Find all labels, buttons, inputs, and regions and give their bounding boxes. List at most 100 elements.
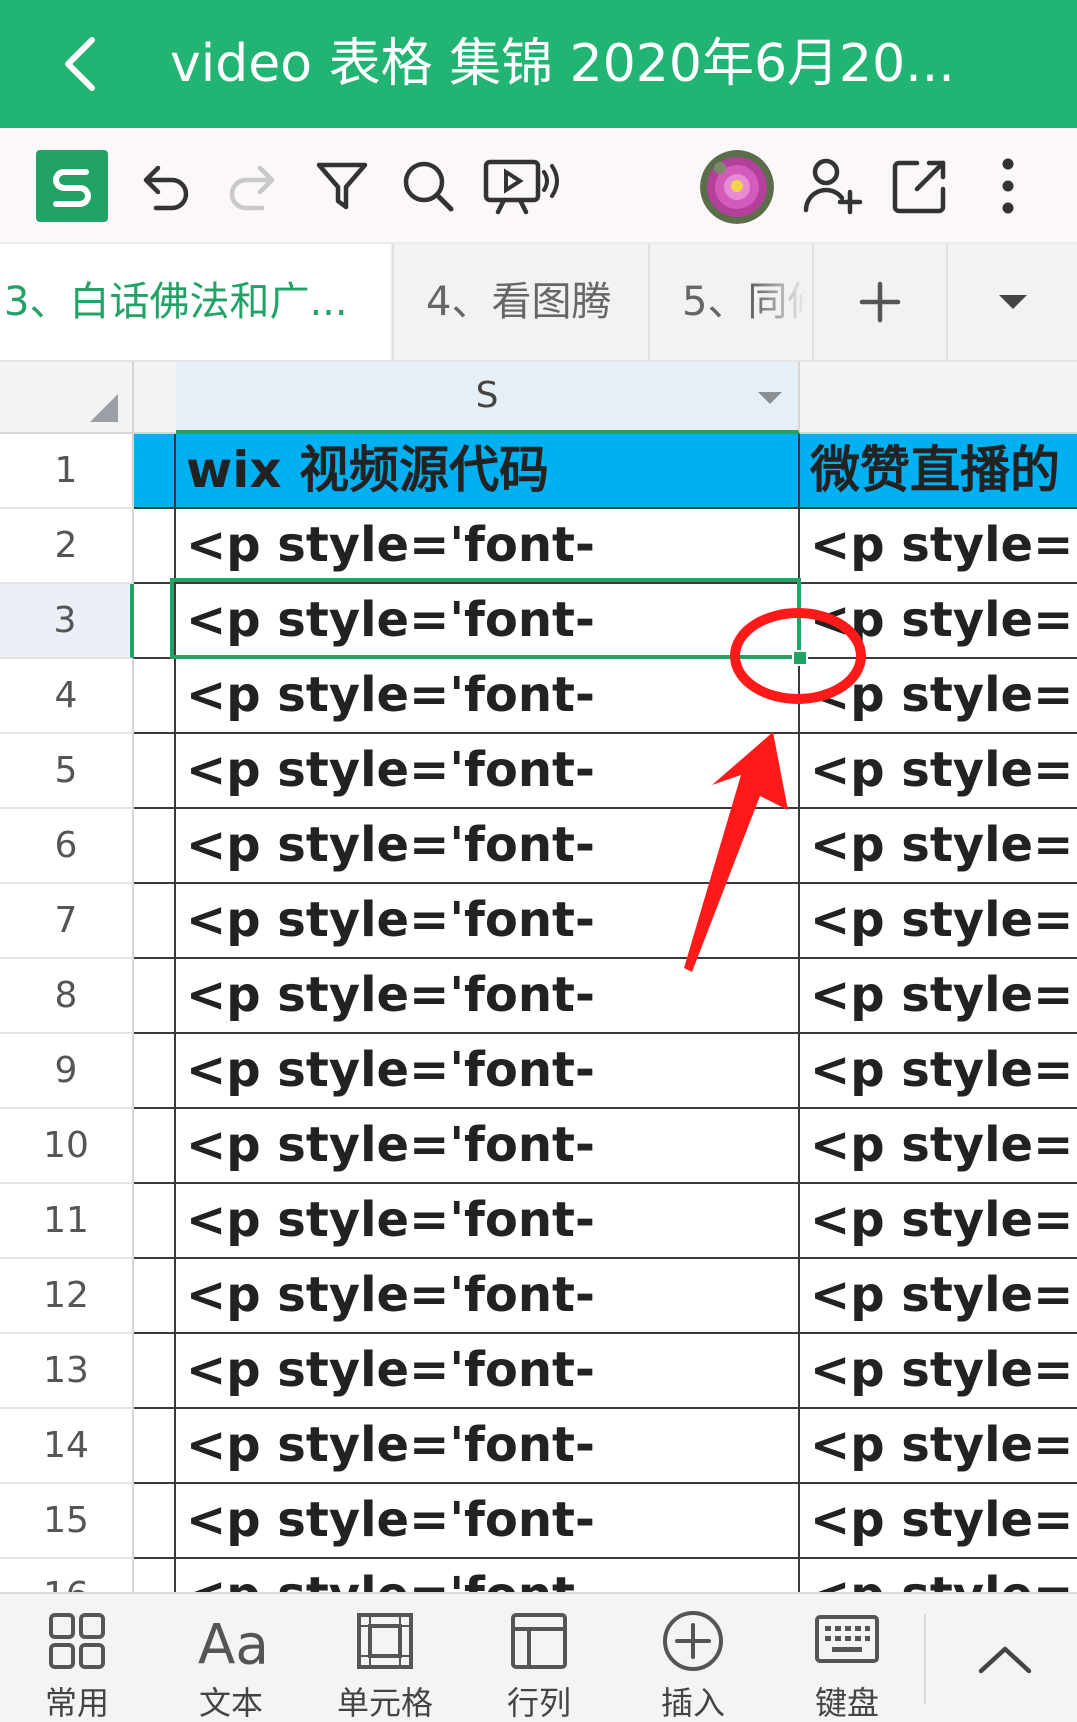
cell-t[interactable]: <p style='fo [800, 1559, 1077, 1592]
table-row: 5 <p style='font-<p style='fo [0, 734, 1077, 809]
cell-t[interactable]: <p style='fo [800, 809, 1077, 884]
header-cell-s[interactable]: wix 视频源代码 [176, 434, 800, 509]
avatar[interactable] [700, 150, 774, 224]
bottom-label: 插入 [660, 1684, 725, 1722]
clipped-cell [134, 1259, 176, 1334]
add-collaborator-button[interactable] [796, 150, 868, 222]
table-row-header: 1 wix 视频源代码 微赞直播的 [0, 434, 1077, 509]
row-number[interactable]: 9 [0, 1034, 134, 1109]
more-button[interactable] [972, 150, 1044, 222]
cell-s[interactable]: <p style='font- [176, 584, 800, 659]
cell-t[interactable]: <p style='fo [800, 1409, 1077, 1484]
tab-sheet-5[interactable]: 5、同修 [648, 244, 810, 360]
cell-t[interactable]: <p style='fo [800, 1034, 1077, 1109]
cell-t[interactable]: <p style='fo [800, 659, 1077, 734]
filter-button[interactable] [306, 150, 378, 222]
cell-t[interactable]: <p style='fo [800, 1259, 1077, 1334]
table-row: 3 <p style='font-<p style='fo [0, 584, 1077, 659]
cell-t[interactable]: <p style='fo [800, 1109, 1077, 1184]
table-row: 10 <p style='font-<p style='fo [0, 1109, 1077, 1184]
row-number[interactable]: 5 [0, 734, 134, 809]
row-number[interactable]: 10 [0, 1109, 134, 1184]
row-number[interactable]: 6 [0, 809, 134, 884]
document-title: video 表格 集锦 2020年6月20... [170, 34, 955, 94]
cell-s[interactable]: <p style='font- [176, 659, 800, 734]
table-row: 11 <p style='font-<p style='fo [0, 1184, 1077, 1259]
row-number[interactable]: 11 [0, 1184, 134, 1259]
table-icon [511, 1613, 567, 1669]
cell-s[interactable]: <p style='font- [176, 1184, 800, 1259]
cell-s[interactable]: <p style='font- [176, 1334, 800, 1409]
keyboard-button[interactable]: 键盘 [772, 1594, 922, 1722]
row-number[interactable]: 4 [0, 659, 134, 734]
clipped-cell [134, 584, 176, 659]
select-all-corner[interactable] [0, 362, 134, 434]
cell-tools-button[interactable]: 单元格 [310, 1594, 460, 1722]
table-row: 4 <p style='font-<p style='fo [0, 659, 1077, 734]
column-filter-icon[interactable] [758, 392, 782, 404]
cell-t[interactable]: <p style='fo [800, 734, 1077, 809]
text-tools-button[interactable]: Aa 文本 [156, 1594, 306, 1722]
clipped-cell [134, 959, 176, 1034]
row-number[interactable]: 12 [0, 1259, 134, 1334]
cell-s[interactable]: <p style='font- [176, 1109, 800, 1184]
expand-toolbar-button[interactable] [950, 1614, 1060, 1704]
row-column-button[interactable]: 行列 [464, 1594, 614, 1722]
cell-s[interactable]: <p style='font- [176, 509, 800, 584]
fill-handle[interactable] [792, 650, 808, 666]
cell-s[interactable]: <p style='font- [176, 959, 800, 1034]
share-button[interactable] [884, 150, 956, 222]
undo-button[interactable] [128, 150, 200, 222]
cell-t[interactable]: <p style='fo [800, 1484, 1077, 1559]
sheet-list-button[interactable] [946, 244, 1077, 360]
app-logo[interactable] [36, 150, 108, 222]
table-row: 16 <p style='font-<p style='fo [0, 1559, 1077, 1592]
search-button[interactable] [392, 150, 464, 222]
cell-s[interactable]: <p style='font- [176, 1259, 800, 1334]
column-header-next[interactable] [800, 362, 1077, 434]
common-tools-button[interactable]: 常用 [2, 1594, 152, 1722]
add-sheet-button[interactable] [812, 244, 946, 360]
table-row: 8 <p style='font-<p style='fo [0, 959, 1077, 1034]
cell-s[interactable]: <p style='font- [176, 734, 800, 809]
cell-s[interactable]: <p style='font- [176, 1484, 800, 1559]
cell-icon [357, 1613, 413, 1669]
bottom-label: 键盘 [814, 1684, 879, 1722]
back-button[interactable] [40, 24, 120, 104]
bottom-label: 单元格 [336, 1684, 433, 1722]
cell-s[interactable]: <p style='font- [176, 809, 800, 884]
clipped-cell [134, 1484, 176, 1559]
row-number[interactable]: 14 [0, 1409, 134, 1484]
keyboard-icon [815, 1615, 879, 1663]
cell-t[interactable]: <p style='fo [800, 884, 1077, 959]
cell-t[interactable]: <p style='fo [800, 509, 1077, 584]
cell-t[interactable]: <p style='fo [800, 959, 1077, 1034]
row-number[interactable]: 7 [0, 884, 134, 959]
column-header-s[interactable]: S [176, 362, 800, 434]
row-number[interactable]: 16 [0, 1559, 134, 1592]
redo-button[interactable] [218, 150, 290, 222]
row-number[interactable]: 13 [0, 1334, 134, 1409]
cell-s[interactable]: <p style='font- [176, 1559, 800, 1592]
tab-active-sheet[interactable]: 3、白话佛法和广... [0, 244, 390, 360]
row-number[interactable]: 8 [0, 959, 134, 1034]
row-number[interactable]: 15 [0, 1484, 134, 1559]
filter-icon [316, 162, 368, 210]
header-cell-t[interactable]: 微赞直播的 [800, 434, 1077, 509]
spreadsheet-grid: S 1 wix 视频源代码 微赞直播的 2 <p style='font- <p s… [0, 362, 1077, 1592]
cell-t[interactable]: <p style='fo [800, 1184, 1077, 1259]
cell-t[interactable]: <p style='fo [800, 1334, 1077, 1409]
screencast-button[interactable] [480, 150, 564, 222]
insert-button[interactable]: 插入 [618, 1594, 768, 1722]
tab-sheet-4[interactable]: 4、看图腾 [392, 244, 646, 360]
cell-t[interactable]: <p style='fo [800, 584, 1077, 659]
cell-s[interactable]: <p style='font- [176, 1034, 800, 1109]
caret-down-icon [998, 295, 1027, 309]
cell-s[interactable]: <p style='font- [176, 1409, 800, 1484]
clipped-cell [134, 809, 176, 884]
cell-s[interactable]: <p style='font- [176, 884, 800, 959]
row-number[interactable]: 2 [0, 509, 134, 584]
row-number[interactable]: 1 [0, 434, 134, 509]
redo-icon [229, 165, 275, 211]
row-number[interactable]: 3 [0, 584, 134, 659]
